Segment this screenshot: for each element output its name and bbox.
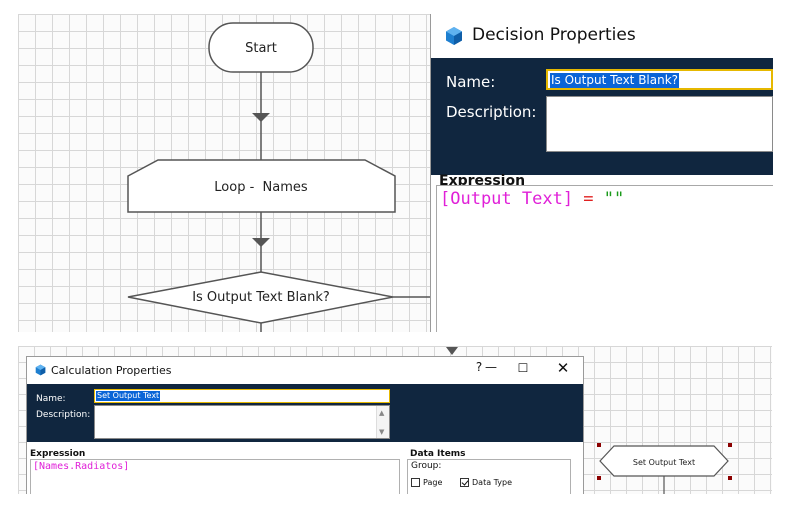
set-output-text-stage[interactable]: Set Output Text bbox=[599, 445, 729, 477]
connector-arrow-top bbox=[446, 347, 458, 355]
minimize-button[interactable]: — bbox=[479, 360, 503, 374]
maximize-button[interactable]: ☐ bbox=[511, 361, 535, 375]
calculation-properties-titlebar[interactable]: Calculation Properties ? — ☐ ✕ bbox=[27, 357, 583, 384]
calculation-properties-dialog: Calculation Properties ? — ☐ ✕ Name: Set… bbox=[26, 356, 584, 494]
data-type-checkbox-box[interactable] bbox=[460, 478, 469, 487]
blueprism-cube-icon bbox=[35, 364, 46, 376]
calculation-expression-editor[interactable]: [Names.Radiatos] bbox=[30, 459, 400, 494]
calculation-properties-header: Name: Set Output Text Description: ▲ ▼ bbox=[27, 384, 583, 442]
group-label: Group: bbox=[411, 461, 442, 471]
scroll-up-icon[interactable]: ▲ bbox=[379, 409, 384, 417]
calculation-name-selected-text: Set Output Text bbox=[96, 391, 161, 401]
calculation-name-input[interactable]: Set Output Text bbox=[94, 389, 390, 403]
page-checkbox-box[interactable] bbox=[411, 478, 420, 487]
data-items-heading: Data Items bbox=[410, 449, 466, 459]
set-output-text-stage-label: Set Output Text bbox=[633, 458, 695, 467]
calculation-description-input[interactable]: ▲ ▼ bbox=[94, 405, 390, 439]
page-checkbox-label: Page bbox=[423, 478, 443, 487]
calculation-expression-text: [Names.Radiatos] bbox=[33, 461, 130, 472]
data-items-panel: Group: Page Data Type bbox=[407, 459, 571, 494]
data-type-checkbox-label: Data Type bbox=[472, 478, 513, 487]
name-label: Name: bbox=[36, 394, 66, 404]
close-button[interactable]: ✕ bbox=[551, 359, 575, 377]
description-scrollbar[interactable]: ▲ ▼ bbox=[376, 406, 389, 438]
calculation-properties-title: Calculation Properties bbox=[51, 364, 172, 377]
scroll-down-icon[interactable]: ▼ bbox=[379, 428, 384, 436]
description-label: Description: bbox=[36, 410, 91, 420]
group-by-data-type-checkbox[interactable]: Data Type bbox=[460, 478, 512, 487]
group-by-page-checkbox[interactable]: Page bbox=[411, 478, 442, 487]
expression-heading: Expression bbox=[30, 449, 86, 459]
